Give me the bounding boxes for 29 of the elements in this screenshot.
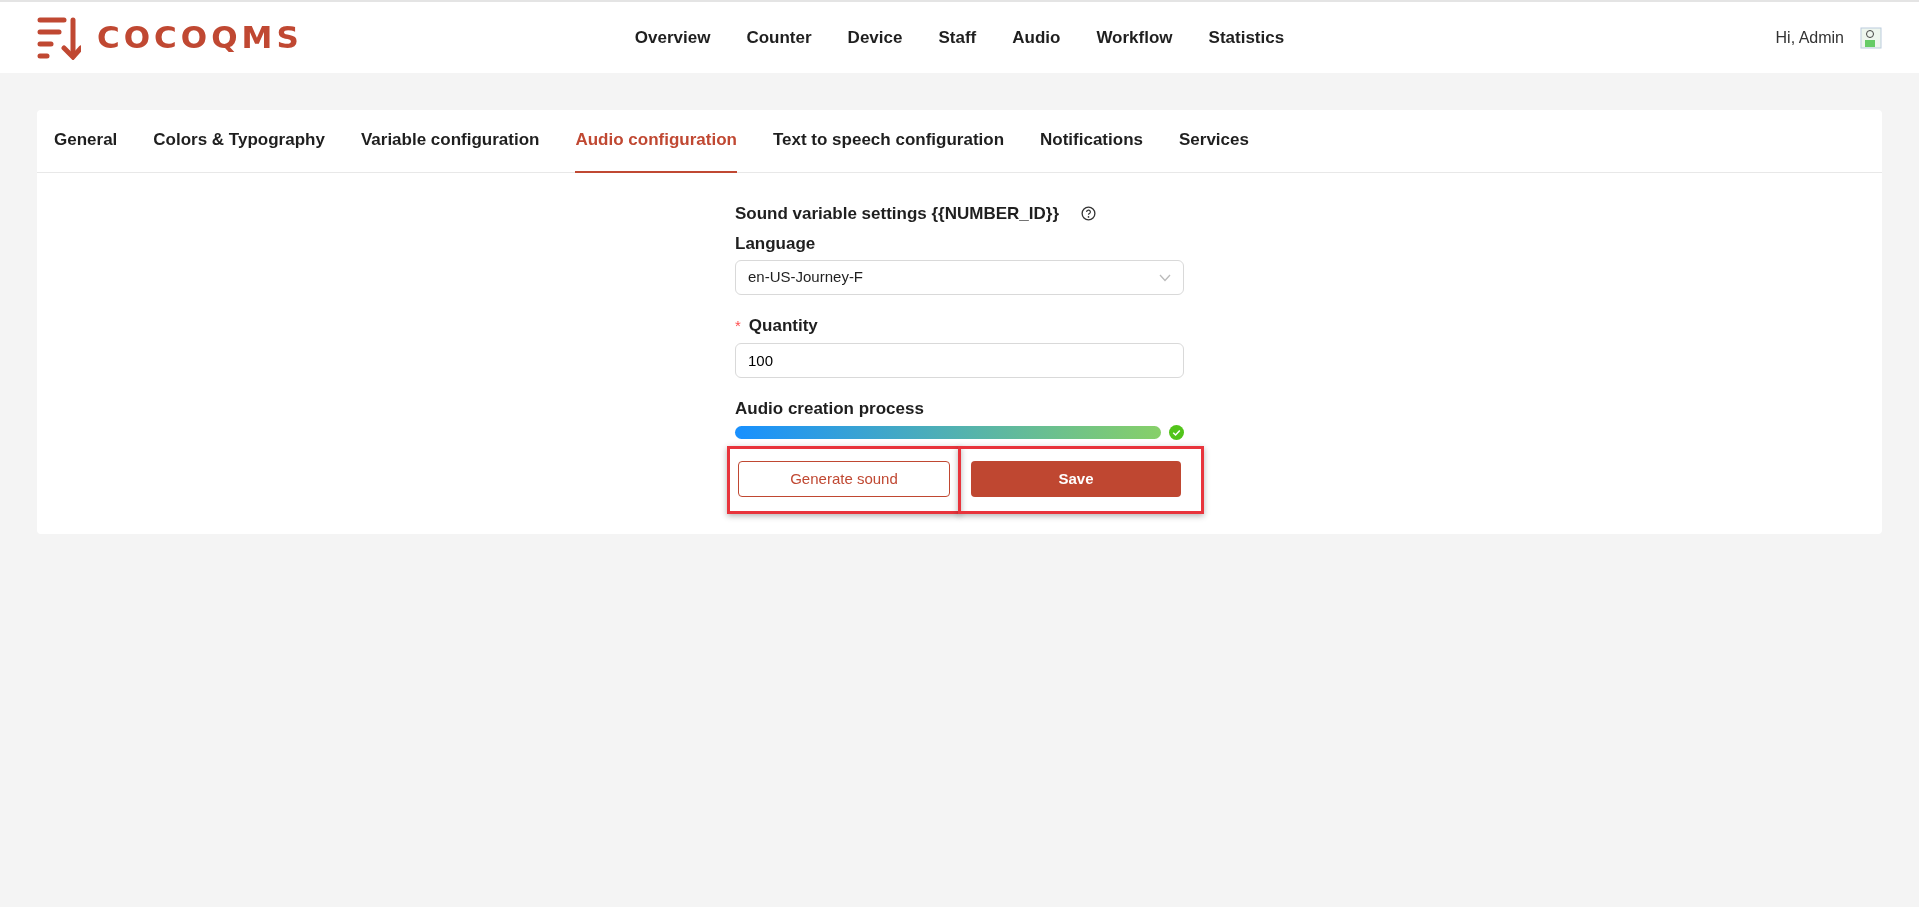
help-icon[interactable] bbox=[1081, 206, 1096, 222]
tab[interactable]: Colors & Typography bbox=[153, 109, 325, 173]
chevron-down-icon bbox=[1159, 273, 1171, 282]
nav-link[interactable]: Counter bbox=[728, 24, 830, 51]
nav-link[interactable]: Overview bbox=[616, 24, 729, 51]
avatar-icon[interactable] bbox=[1860, 26, 1882, 49]
generate-sound-button[interactable]: Generate sound bbox=[738, 461, 950, 497]
nav-link[interactable]: Staff bbox=[920, 24, 995, 51]
tab[interactable]: Text to speech configuration bbox=[772, 109, 1005, 173]
tab[interactable]: Notifications bbox=[1040, 109, 1143, 173]
logo-icon bbox=[37, 15, 81, 60]
language-select[interactable]: en-US-Journey-F bbox=[735, 260, 1184, 295]
quantity-input[interactable]: 100 bbox=[735, 342, 1184, 378]
field-label: Audio creation process bbox=[735, 397, 925, 420]
tab[interactable]: Services bbox=[1179, 109, 1249, 173]
section-title: Sound variable settings {{NUMBER_ID}} bbox=[735, 203, 1059, 225]
nav-link[interactable]: Workflow bbox=[1078, 24, 1191, 51]
logo-text: COCOQMS bbox=[97, 18, 303, 58]
save-button[interactable]: Save bbox=[971, 461, 1181, 497]
tab[interactable]: General bbox=[54, 109, 118, 173]
nav-link[interactable]: Statistics bbox=[1190, 24, 1303, 51]
tab[interactable]: Audio configuration bbox=[575, 109, 737, 173]
nav-link[interactable]: Audio bbox=[994, 24, 1079, 51]
field-label: Quantity bbox=[748, 315, 818, 337]
nav-link[interactable]: Device bbox=[829, 24, 921, 51]
user-greeting: Hi, Admin bbox=[1775, 27, 1844, 48]
tab[interactable]: Variable configuration bbox=[360, 109, 540, 173]
field-label: Language bbox=[735, 232, 817, 255]
required-mark: * bbox=[735, 315, 741, 336]
